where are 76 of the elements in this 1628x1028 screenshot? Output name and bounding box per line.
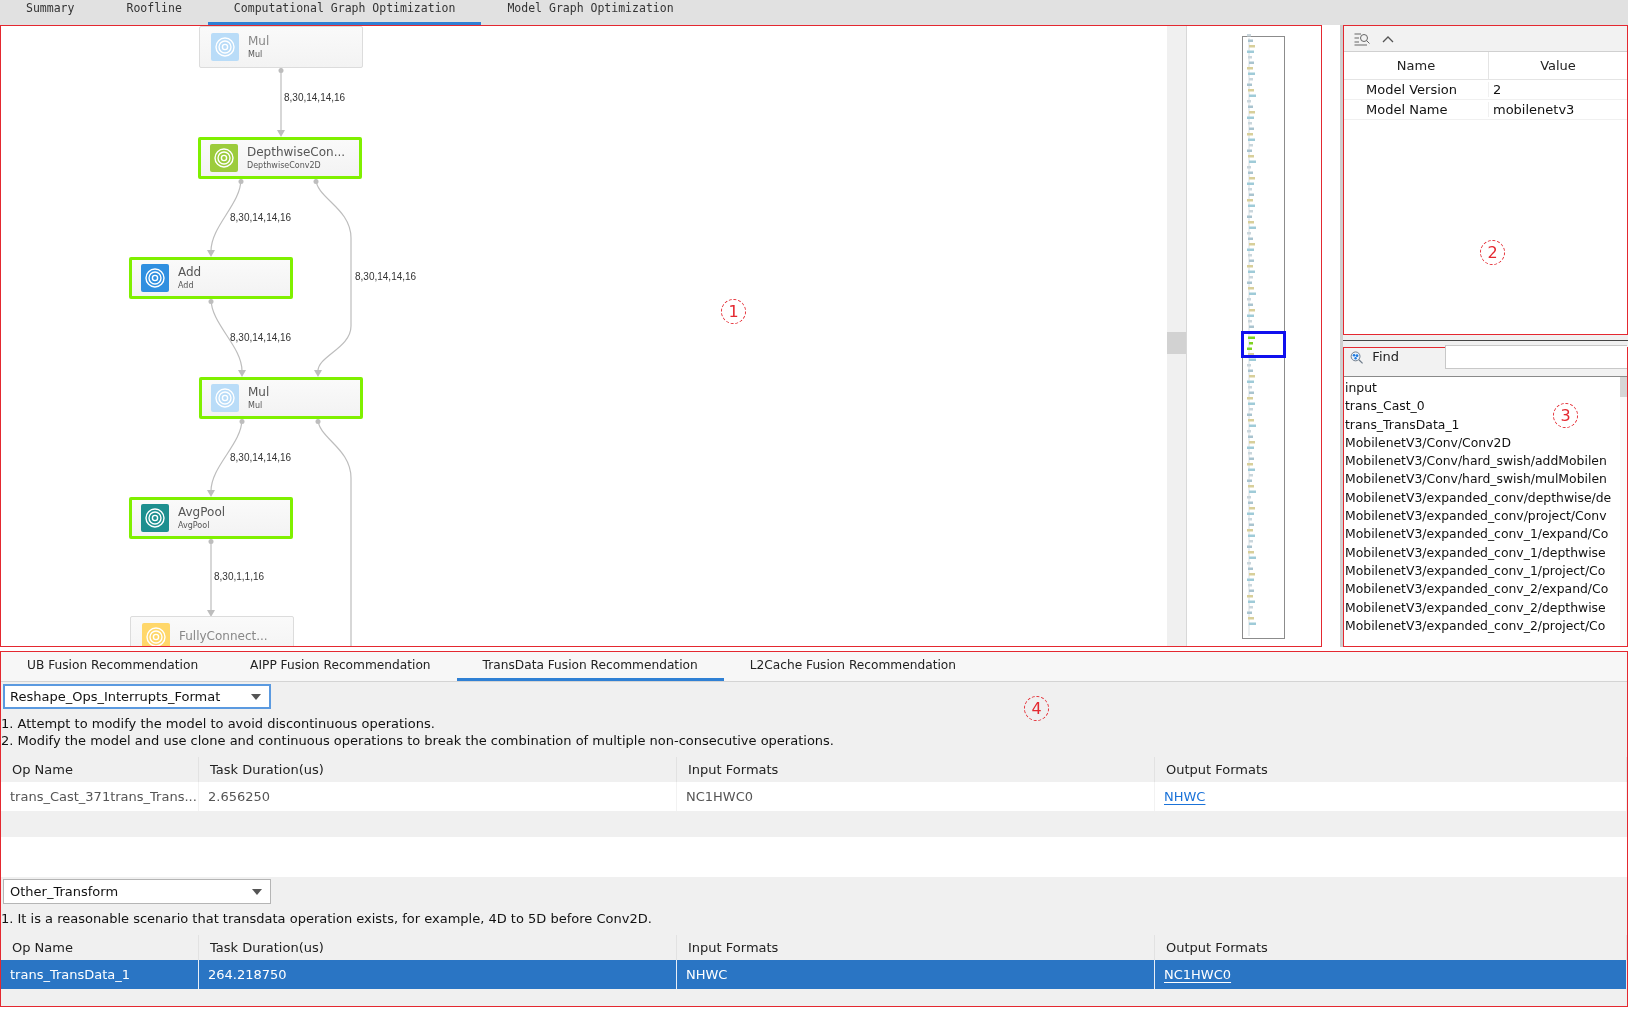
property-name: Model Version bbox=[1365, 82, 1458, 97]
edge-arrow bbox=[277, 67, 285, 137]
dropdown[interactable]: Reshape_Ops_Interrupts_Format bbox=[3, 684, 271, 709]
tab[interactable]: AIPP Fusion Recommendation bbox=[224, 652, 457, 681]
edge-label: 8,30,14,14,16 bbox=[230, 452, 292, 463]
table-row[interactable]: trans_Cast_371trans_Trans... 2.656250 NC1HWC0 NHWC bbox=[1, 782, 1627, 811]
list-item[interactable]: MobilenetV3/expanded_conv_1/project/Co bbox=[1344, 561, 1606, 581]
list-item[interactable]: MobilenetV3/expanded_conv_1/expand/Co bbox=[1344, 525, 1609, 544]
caret-up-icon[interactable] bbox=[1382, 34, 1394, 43]
tab[interactable]: Summary bbox=[0, 0, 101, 25]
edge-label: 8,30,14,14,16 bbox=[230, 332, 292, 343]
note-text: 2. Modify the model and use clone and continuous operations to break the combination of multiple non-consecutive operations. bbox=[1, 732, 835, 749]
table-cell: 2.656250 bbox=[199, 782, 677, 811]
edge-label: 8,30,14,14,16 bbox=[284, 92, 346, 103]
scrollbar-thumb[interactable] bbox=[1167, 332, 1186, 354]
node-title: FullyConnect... bbox=[179, 630, 268, 644]
find-field[interactable] bbox=[1445, 345, 1627, 369]
list-item[interactable]: MobilenetV3/expanded_conv_2/expand/Co bbox=[1344, 580, 1609, 599]
tab[interactable]: Model Graph Optimization bbox=[481, 0, 700, 25]
tab[interactable]: L2Cache Fusion Recommendation bbox=[723, 652, 982, 681]
list-item[interactable]: MobilenetV3/Conv/hard_swish/addMobilen bbox=[1344, 452, 1607, 471]
link[interactable]: NC1HWC0 bbox=[1164, 967, 1232, 982]
node-title: AvgPool bbox=[178, 505, 226, 520]
node-title: Add bbox=[178, 265, 202, 280]
node-title: Mul bbox=[248, 34, 270, 49]
table-cell: 264.218750 bbox=[199, 960, 677, 989]
viewport-indicator[interactable] bbox=[1241, 331, 1286, 358]
node-subtitle: DepthwiseConv2D bbox=[247, 161, 322, 171]
table-cell: trans_Cast_371trans_Trans... bbox=[1, 782, 199, 811]
dropdown[interactable]: Other_Transform bbox=[3, 879, 271, 904]
node-subtitle: Mul bbox=[248, 50, 264, 60]
list-item[interactable]: MobilenetV3/expanded_conv_2/project/Co bbox=[1344, 616, 1606, 636]
scrollbar[interactable] bbox=[1167, 26, 1187, 646]
scrollbar[interactable] bbox=[1620, 377, 1627, 646]
tab[interactable]: TransData Fusion Recommendation bbox=[456, 652, 724, 681]
list-item[interactable]: trans_TransData_1 bbox=[1344, 415, 1460, 434]
list-item[interactable]: MobilenetV3/Conv/Conv2D bbox=[1344, 433, 1511, 453]
graph-node[interactable]: DepthwiseCon... DepthwiseConv2D bbox=[198, 137, 362, 179]
graph-node[interactable]: AvgPool AvgPool bbox=[129, 497, 293, 539]
column-header: Value bbox=[1488, 52, 1627, 79]
list-item[interactable]: MobilenetV3/expanded_conv/project/Conv bbox=[1344, 507, 1607, 526]
link[interactable]: NHWC bbox=[1164, 789, 1206, 804]
caret-down-icon bbox=[252, 888, 262, 895]
property-name: Model Name bbox=[1365, 102, 1449, 117]
table-cell: trans_TransData_1 bbox=[1, 960, 199, 989]
table-row[interactable]: trans_TransData_1 264.218750 NHWC NC1HWC0 bbox=[1, 960, 1627, 989]
node-subtitle: AvgPool bbox=[178, 521, 211, 531]
node-subtitle: Mul bbox=[248, 401, 264, 411]
graph-node[interactable]: Mul Mul bbox=[199, 26, 363, 68]
table-cell: NHWC bbox=[677, 960, 1155, 989]
property-value: mobilenetv3 bbox=[1488, 102, 1627, 117]
table-cell: NC1HWC0 bbox=[677, 782, 1155, 811]
list-item[interactable]: MobilenetV3/Conv/hard_swish/mulMobilen bbox=[1344, 470, 1607, 489]
node-subtitle: Add bbox=[178, 281, 195, 291]
property-value: 2 bbox=[1488, 82, 1627, 97]
caret-down-icon bbox=[251, 693, 261, 700]
edge-label: 8,30,1,1,16 bbox=[214, 571, 265, 582]
column-header: Name bbox=[1395, 57, 1437, 75]
find-label: Find bbox=[1372, 349, 1399, 365]
edge-label: 8,30,14,14,16 bbox=[230, 212, 292, 223]
tab[interactable]: Roofline bbox=[100, 0, 208, 25]
note-text: 1. Attempt to modify the model to avoid discontinuous operations. bbox=[1, 715, 436, 732]
node-title: DepthwiseCon... bbox=[247, 145, 346, 160]
node-title: Mul bbox=[248, 385, 270, 400]
list-item[interactable]: trans_Cast_0 bbox=[1344, 397, 1425, 416]
list-item[interactable]: input bbox=[1344, 379, 1377, 398]
list-item[interactable]: MobilenetV3/expanded_conv_1/depthwise bbox=[1344, 543, 1606, 562]
graph-node[interactable]: Mul Mul bbox=[199, 377, 363, 419]
scrollbar-thumb[interactable] bbox=[1620, 377, 1627, 397]
list-item[interactable]: MobilenetV3/expanded_conv/depthwise/de bbox=[1344, 488, 1612, 508]
tab[interactable]: UB Fusion Recommendation bbox=[1, 652, 225, 681]
edge-label: 8,30,14,14,16 bbox=[355, 271, 417, 282]
graph-node[interactable]: Add Add bbox=[129, 257, 293, 299]
list-item[interactable]: MobilenetV3/expanded_conv_2/depthwise bbox=[1344, 598, 1606, 617]
note-text: 1. It is a reasonable scenario that transdata operation exists, for example, 4D to 5D before Conv2D. bbox=[1, 910, 653, 927]
list-search-icon[interactable] bbox=[1354, 31, 1370, 46]
